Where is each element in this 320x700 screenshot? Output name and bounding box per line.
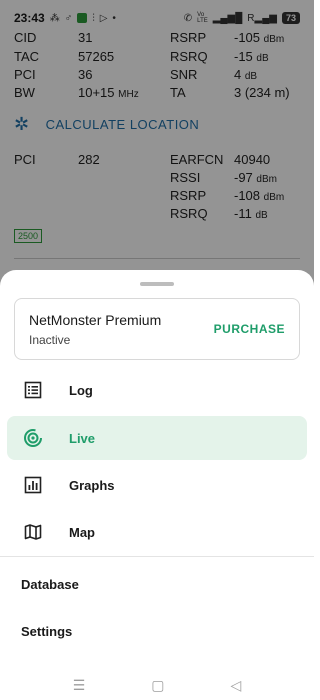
divider [0, 556, 314, 557]
purchase-button[interactable]: PURCHASE [214, 322, 285, 336]
drag-handle[interactable] [140, 282, 174, 286]
menu-label: Log [69, 382, 93, 398]
map-icon [20, 519, 46, 545]
menu-item-graphs[interactable]: Graphs [7, 463, 307, 507]
live-radar-icon [20, 425, 46, 451]
premium-status: Inactive [29, 333, 71, 347]
menu-item-live[interactable]: Live [7, 416, 307, 460]
menu-item-database[interactable]: Database [21, 577, 79, 592]
menu-label: Map [69, 524, 95, 540]
menu-label: Graphs [69, 477, 115, 493]
menu-label: Live [69, 430, 96, 446]
premium-card: NetMonster Premium Inactive PURCHASE [14, 298, 300, 360]
menu-item-settings[interactable]: Settings [21, 624, 72, 639]
system-nav-bar: ☰ ▢ ◁ [0, 670, 314, 700]
menu-item-log[interactable]: Log [7, 368, 307, 412]
bar-chart-icon [20, 472, 46, 498]
premium-title: NetMonster Premium [29, 312, 162, 328]
back-nav-icon[interactable]: ◁ [231, 677, 242, 694]
bottom-sheet: NetMonster Premium Inactive PURCHASE Log… [0, 270, 314, 700]
list-icon [20, 377, 46, 403]
menu-item-map[interactable]: Map [7, 510, 307, 554]
home-nav-icon[interactable]: ▢ [151, 677, 164, 694]
menu-nav-icon[interactable]: ☰ [73, 677, 86, 694]
